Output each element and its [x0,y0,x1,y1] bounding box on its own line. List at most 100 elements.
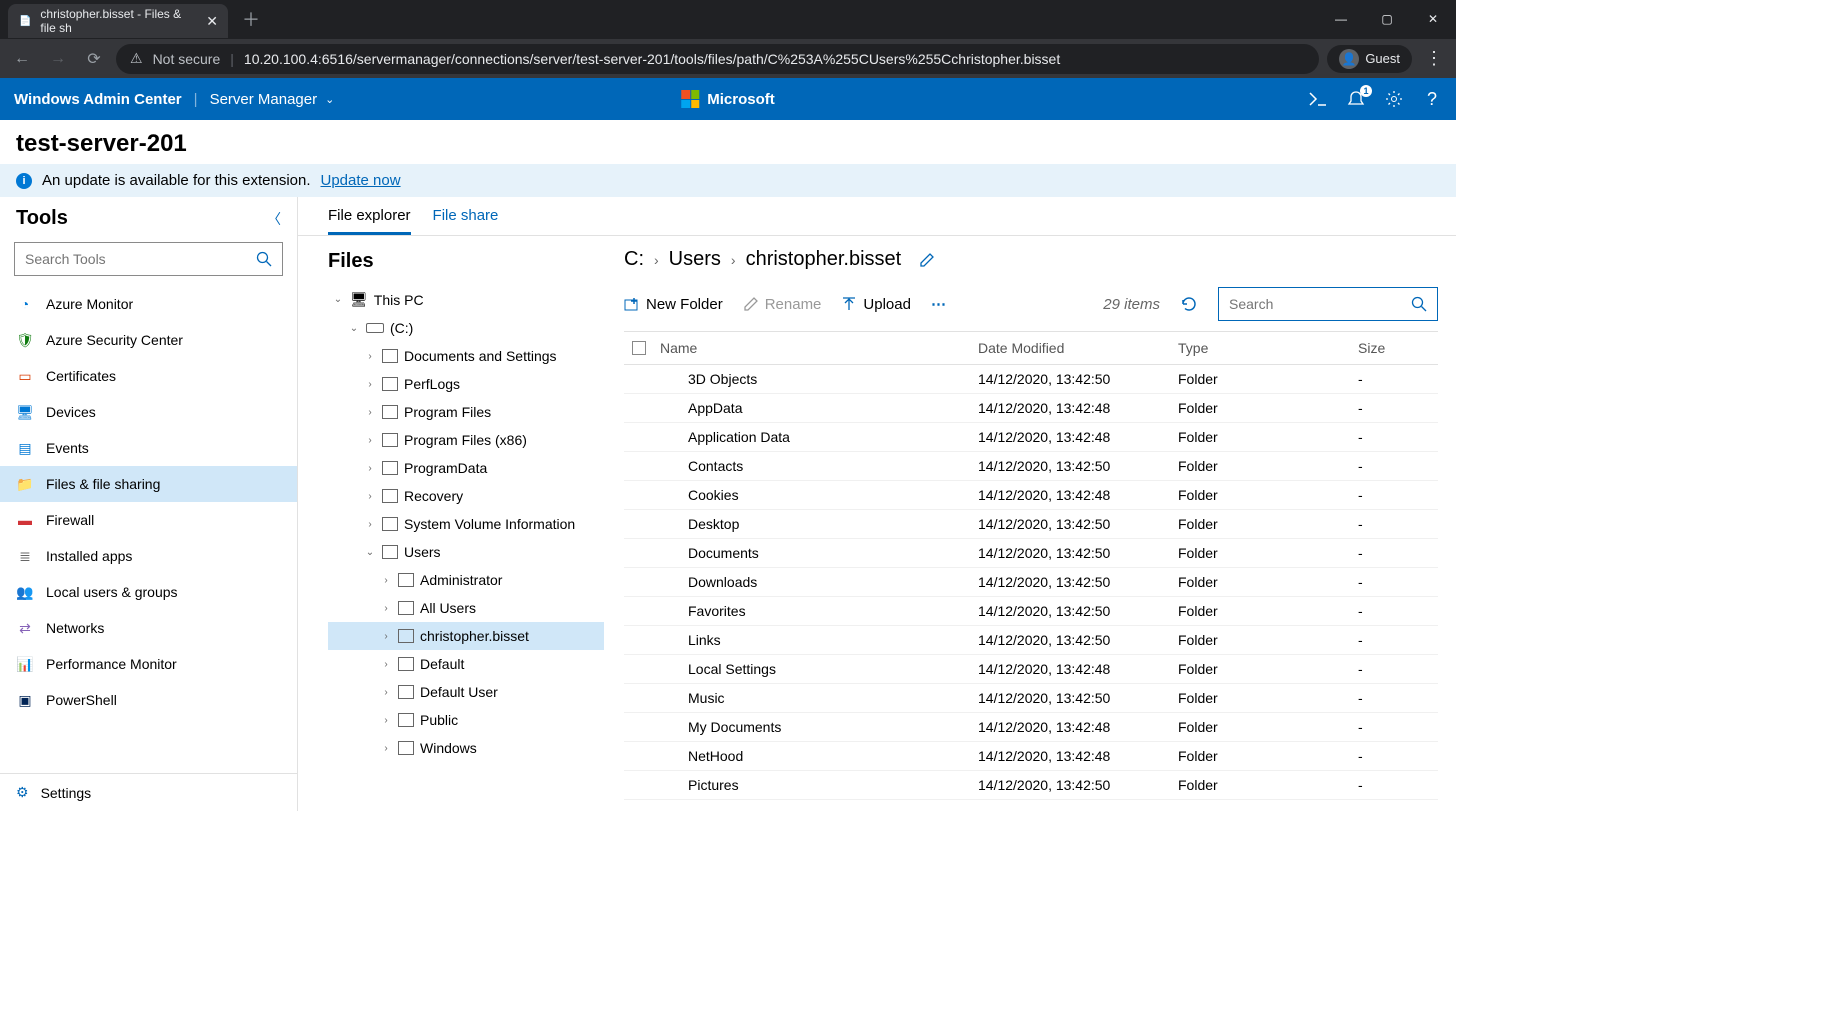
chevron-icon[interactable]: › [364,491,376,502]
tree-node[interactable]: ›PerfLogs [328,370,604,398]
table-row[interactable]: Pictures14/12/2020, 13:42:50Folder- [624,771,1438,800]
tree-node[interactable]: ›Windows [328,734,604,762]
tree-node[interactable]: ›christopher.bisset [328,622,604,650]
select-all-checkbox[interactable] [632,341,646,355]
table-row[interactable]: Contacts14/12/2020, 13:42:50Folder- [624,452,1438,481]
sidebar-item-performance-monitor[interactable]: 📊Performance Monitor [0,646,297,682]
tree-node[interactable]: ›Default User [328,678,604,706]
sidebar-item-azure-security-center[interactable]: 🛡Azure Security Center [0,322,297,358]
sidebar-item-devices[interactable]: 🖥Devices [0,394,297,430]
sidebar-item-certificates[interactable]: ▭Certificates [0,358,297,394]
sidebar-item-firewall[interactable]: ▬Firewall [0,502,297,538]
table-row[interactable]: My Documents14/12/2020, 13:42:48Folder- [624,713,1438,742]
chevron-icon[interactable]: › [364,379,376,390]
settings-icon[interactable] [1384,89,1404,109]
chevron-icon[interactable]: › [364,463,376,474]
chevron-icon[interactable]: › [364,351,376,362]
chevron-icon[interactable]: › [380,659,392,670]
tree-node[interactable]: ›All Users [328,594,604,622]
context-dropdown[interactable]: Server Manager ⌄ [210,91,335,108]
table-row[interactable]: NetHood14/12/2020, 13:42:48Folder- [624,742,1438,771]
reload-icon[interactable]: ⟳ [80,45,108,73]
chevron-icon[interactable]: › [380,743,392,754]
file-search[interactable] [1218,287,1438,321]
update-now-link[interactable]: Update now [321,172,401,189]
breadcrumb-segment[interactable]: Users [669,248,721,271]
tab-close-icon[interactable]: ✕ [206,13,218,30]
chevron-icon[interactable]: › [380,715,392,726]
tree-node[interactable]: ⌄(C:) [328,314,604,342]
notifications-icon[interactable]: 1 [1346,89,1366,109]
tree-node[interactable]: ›Public [328,706,604,734]
chevron-icon[interactable]: › [364,407,376,418]
refresh-icon[interactable] [1180,295,1198,313]
tab-file-share[interactable]: File share [433,207,499,235]
edit-path-icon[interactable] [919,252,935,268]
breadcrumb-segment[interactable]: christopher.bisset [746,248,902,271]
tree-node[interactable]: ›Default [328,650,604,678]
table-row[interactable]: Cookies14/12/2020, 13:42:48Folder- [624,481,1438,510]
more-actions-icon[interactable]: ⋯ [931,295,948,313]
tools-search[interactable] [14,242,283,276]
browser-tab[interactable]: 📄 christopher.bisset - Files & file sh ✕ [8,4,228,38]
tree-node[interactable]: ⌄🖥This PC [328,285,604,314]
chevron-icon[interactable]: ⌄ [332,294,344,305]
table-row[interactable]: 3D Objects14/12/2020, 13:42:50Folder- [624,365,1438,394]
collapse-sidebar-icon[interactable]: 〈 [267,209,281,229]
table-row[interactable]: Music14/12/2020, 13:42:50Folder- [624,684,1438,713]
url-input[interactable]: ⚠ Not secure | 10.20.100.4:6516/serverma… [116,44,1319,74]
close-window-icon[interactable]: ✕ [1410,0,1456,38]
table-row[interactable]: Documents14/12/2020, 13:42:50Folder- [624,539,1438,568]
col-date[interactable]: Date Modified [978,340,1178,356]
sidebar-item-installed-apps[interactable]: ≣Installed apps [0,538,297,574]
chevron-icon[interactable]: › [380,575,392,586]
minimize-icon[interactable]: — [1318,0,1364,38]
tree-node[interactable]: ›Administrator [328,566,604,594]
file-search-input[interactable] [1229,296,1411,312]
new-folder-button[interactable]: New Folder [624,296,723,313]
chevron-icon[interactable]: › [364,519,376,530]
tree-node[interactable]: ›Documents and Settings [328,342,604,370]
tree-node[interactable]: ›System Volume Information [328,510,604,538]
chevron-icon[interactable]: › [380,687,392,698]
back-icon[interactable]: ← [8,45,36,73]
chevron-icon[interactable]: › [380,603,392,614]
tree-node[interactable]: ›Program Files (x86) [328,426,604,454]
chevron-icon[interactable]: › [380,631,392,642]
table-row[interactable]: Downloads14/12/2020, 13:42:50Folder- [624,568,1438,597]
col-name[interactable]: Name [660,340,978,356]
app-brand[interactable]: Windows Admin Center [14,91,182,108]
sidebar-item-networks[interactable]: ⇄Networks [0,610,297,646]
table-row[interactable]: Local Settings14/12/2020, 13:42:48Folder… [624,655,1438,684]
sidebar-item-azure-monitor[interactable]: ◔Azure Monitor [0,286,297,322]
tab-file-explorer[interactable]: File explorer [328,207,411,235]
tool-settings[interactable]: ⚙ Settings [0,773,297,811]
tree-node[interactable]: ›Recovery [328,482,604,510]
upload-button[interactable]: Upload [841,296,911,313]
col-size[interactable]: Size [1358,340,1438,356]
tree-node[interactable]: ⌄Users [328,538,604,566]
profile-button[interactable]: 👤 Guest [1327,45,1412,73]
breadcrumb-segment[interactable]: C: [624,248,644,271]
table-row[interactable]: Favorites14/12/2020, 13:42:50Folder- [624,597,1438,626]
browser-menu-icon[interactable]: ⋮ [1420,45,1448,73]
col-type[interactable]: Type [1178,340,1358,356]
chevron-icon[interactable]: ⌄ [348,323,360,334]
tree-node[interactable]: ›ProgramData [328,454,604,482]
forward-icon[interactable]: → [44,45,72,73]
chevron-icon[interactable]: › [364,435,376,446]
table-row[interactable]: Desktop14/12/2020, 13:42:50Folder- [624,510,1438,539]
tools-search-input[interactable] [25,251,256,267]
sidebar-item-local-users-groups[interactable]: 👥Local users & groups [0,574,297,610]
tree-node[interactable]: ›Program Files [328,398,604,426]
console-icon[interactable] [1308,89,1328,109]
new-tab-button[interactable]: ＋ [228,6,274,32]
sidebar-item-events[interactable]: ▤Events [0,430,297,466]
table-row[interactable]: AppData14/12/2020, 13:42:48Folder- [624,394,1438,423]
maximize-icon[interactable]: ▢ [1364,0,1410,38]
table-row[interactable]: Application Data14/12/2020, 13:42:48Fold… [624,423,1438,452]
table-row[interactable]: Links14/12/2020, 13:42:50Folder- [624,626,1438,655]
sidebar-item-powershell[interactable]: ▣PowerShell [0,682,297,718]
help-icon[interactable]: ? [1422,89,1442,109]
chevron-icon[interactable]: ⌄ [364,547,376,558]
